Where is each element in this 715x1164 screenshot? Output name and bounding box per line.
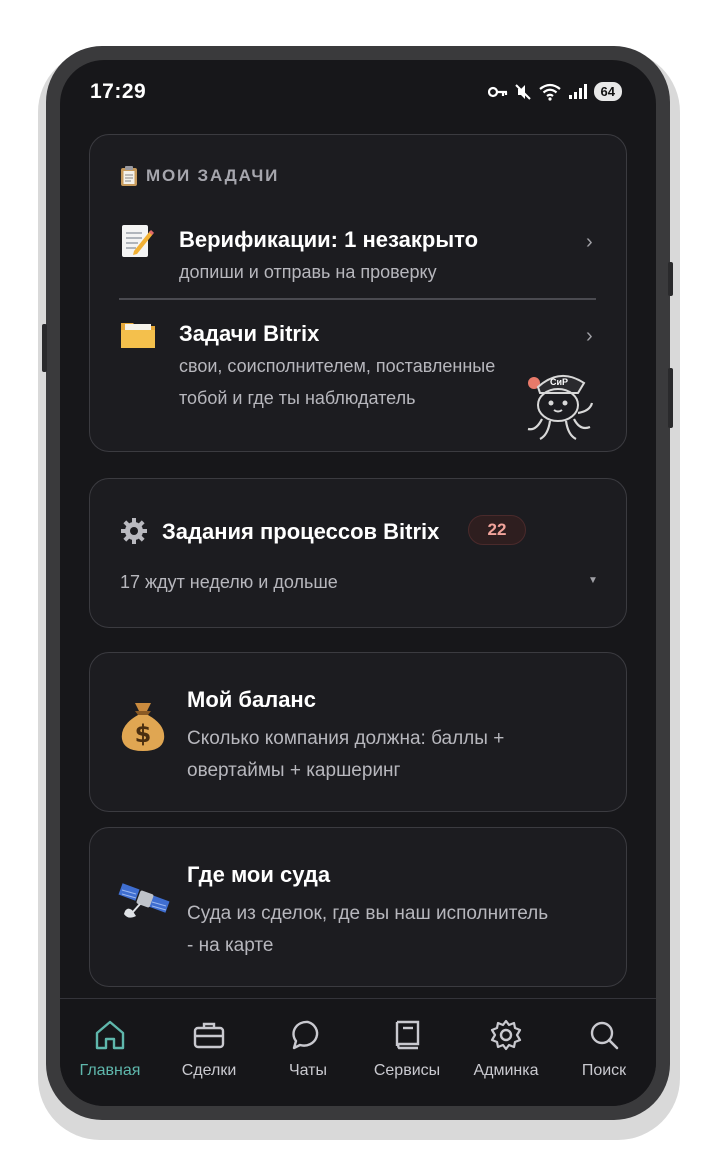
my-tasks-card: МОИ ЗАДАЧИ Верификации: 1 незакрыто допи…: [89, 134, 627, 452]
ships-card[interactable]: Где мои суда Суда из сделок, где вы наш …: [89, 827, 627, 987]
side-button-left: [42, 324, 47, 372]
tab-chats-label: Чаты: [288, 1062, 328, 1079]
ships-subtitle-1: Суда из сделок, где вы наш исполнитель: [187, 903, 549, 924]
svg-text:$: $: [135, 720, 152, 748]
section-label: МОИ ЗАДАЧИ: [146, 166, 280, 185]
side-button-right-top: [668, 262, 673, 296]
tab-admin[interactable]: Админка: [456, 1019, 556, 1080]
tab-search[interactable]: Поиск: [554, 1019, 654, 1080]
search-icon: [590, 1021, 619, 1050]
tab-chats[interactable]: Чаты: [258, 1019, 358, 1080]
chevron-down-icon: ▼: [588, 575, 598, 586]
gear-icon: [490, 1019, 522, 1051]
ships-title: Где мои суда: [187, 862, 331, 887]
process-tasks-card[interactable]: Задания процессов Bitrix 22 17 ждут неде…: [89, 478, 627, 628]
signal-icon: [568, 83, 587, 99]
book-icon: [395, 1020, 420, 1050]
money-bag-icon: $: [121, 703, 165, 751]
mute-icon: [514, 83, 531, 100]
wifi-icon: [538, 83, 561, 101]
tab-deals[interactable]: Сделки: [159, 1019, 259, 1080]
tab-search-label: Поиск: [581, 1062, 627, 1079]
briefcase-icon: [193, 1022, 225, 1049]
bitrix-tasks-subtitle-1: свои, соисполнителем, поставленные: [179, 356, 496, 376]
balance-card[interactable]: $ Мой баланс Сколько компания должна: ба…: [89, 652, 627, 812]
tab-deals-label: Сделки: [181, 1062, 237, 1079]
chevron-right-icon: ›: [586, 325, 593, 347]
verifications-subtitle: допиши и отправь на проверку: [179, 262, 437, 282]
screen: 17:29 64 МОИ ЗАДАЧИ Верификации: 1 незак…: [60, 60, 656, 1106]
process-tasks-title: Задания процессов Bitrix: [162, 519, 440, 544]
task-row-verifications[interactable]: Верификации: 1 незакрыто допиши и отправ…: [90, 215, 626, 287]
battery-indicator: 64: [593, 82, 622, 101]
clipboard-icon: [121, 166, 137, 186]
key-icon: [487, 86, 507, 97]
tab-services[interactable]: Сервисы: [357, 1019, 457, 1080]
chat-icon: [292, 1020, 319, 1050]
side-button-right: [668, 368, 673, 428]
home-icon: [95, 1020, 125, 1050]
tab-services-label: Сервисы: [373, 1062, 441, 1079]
status-icons: 64: [487, 82, 622, 101]
bitrix-tasks-subtitle-2: тобой и где ты наблюдатель: [179, 388, 416, 408]
ships-subtitle-2: - на карте: [187, 935, 274, 956]
satellite-icon: [118, 883, 170, 918]
process-tasks-count-badge: 22: [468, 515, 526, 545]
status-bar: 17:29 64: [60, 60, 656, 124]
gear-icon: [121, 518, 147, 544]
mascot-label: СиР: [550, 377, 569, 387]
bitrix-tasks-title: Задачи Bitrix: [179, 321, 320, 346]
tab-admin-label: Админка: [473, 1062, 539, 1079]
tab-home[interactable]: Главная: [60, 1019, 160, 1080]
verifications-title: Верификации: 1 незакрыто: [179, 227, 479, 252]
folder-icon: [121, 323, 155, 348]
status-time: 17:29: [90, 80, 147, 103]
bottom-tab-bar: Главная Сделки Чаты Сервисы Админка Поис…: [60, 998, 656, 1106]
memo-icon: [122, 225, 154, 257]
process-tasks-subtitle: 17 ждут неделю и дольше: [120, 572, 338, 592]
my-tasks-header: МОИ ЗАДАЧИ: [120, 165, 279, 187]
divider: [119, 298, 596, 300]
balance-subtitle-2: овертаймы + каршеринг: [187, 760, 401, 781]
balance-title: Мой баланс: [187, 687, 316, 712]
chevron-right-icon: ›: [586, 231, 593, 253]
balance-subtitle-1: Сколько компания должна: баллы +: [187, 728, 505, 749]
mascot-sticker[interactable]: СиР: [518, 365, 602, 445]
tab-home-label: Главная: [79, 1062, 141, 1079]
